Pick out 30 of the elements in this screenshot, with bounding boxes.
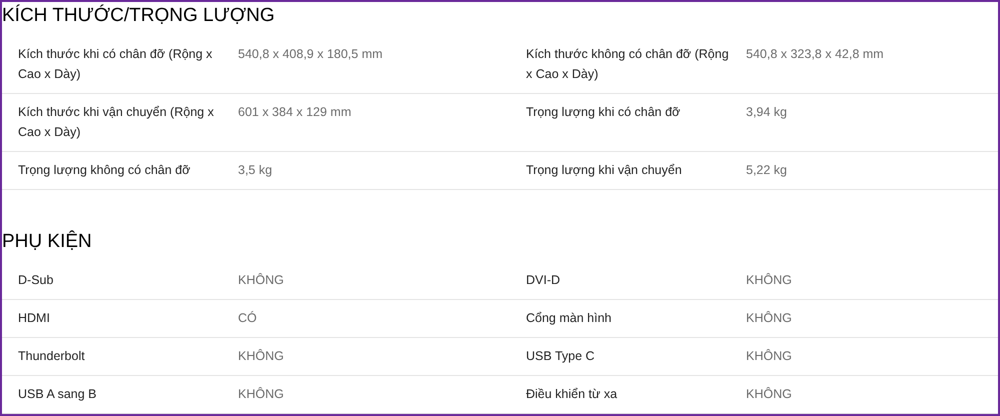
spec-value: 3,94 kg <box>746 104 788 121</box>
spec-value: CÓ <box>238 310 258 327</box>
spec-value: 3,5 kg <box>238 162 274 179</box>
spec-label: Trọng lượng khi vận chuyển <box>526 162 683 179</box>
spec-value: KHÔNG <box>238 348 285 365</box>
spec-label: Cổng màn hình <box>526 310 612 327</box>
spec-value: KHÔNG <box>746 310 793 327</box>
spec-value: KHÔNG <box>238 386 285 403</box>
spec-value: 540,8 x 323,8 x 42,8 mm <box>746 46 885 63</box>
spec-value: KHÔNG <box>238 272 285 289</box>
spec-value: 5,22 kg <box>746 162 788 179</box>
spec-label: Kích thước khi vận chuyển (Rộng x Cao x Dày) <box>18 104 215 141</box>
spec-label: Kích thước không có chân đỡ (Rộng x Cao x Dày) <box>526 46 730 83</box>
spec-label: Kích thước khi có chân đỡ (Rộng x Cao x Dày) <box>18 46 214 83</box>
spec-label: Trọng lượng khi có chân đỡ <box>526 104 682 121</box>
spec-value: KHÔNG <box>746 386 793 403</box>
spec-label: Điều khiển từ xa <box>526 386 618 403</box>
spec-value: KHÔNG <box>746 348 793 365</box>
spec-value: 601 x 384 x 129 mm <box>238 104 352 121</box>
spec-label: USB A sang B <box>18 386 98 403</box>
section-title: PHỤ KIỆN <box>2 229 93 254</box>
spec-label: Trọng lượng không có chân đỡ <box>18 162 192 179</box>
spec-label: USB Type C <box>526 348 596 365</box>
spec-value: 540,8 x 408,9 x 180,5 mm <box>238 46 384 63</box>
section-title: KÍCH THƯỚC/TRỌNG LƯỢNG <box>2 4 276 28</box>
spec-label: D-Sub <box>18 272 54 289</box>
spec-value: KHÔNG <box>746 272 793 289</box>
spec-label: HDMI <box>18 310 51 327</box>
spec-label: DVI-D <box>526 272 562 289</box>
spec-label: Thunderbolt <box>18 348 86 365</box>
